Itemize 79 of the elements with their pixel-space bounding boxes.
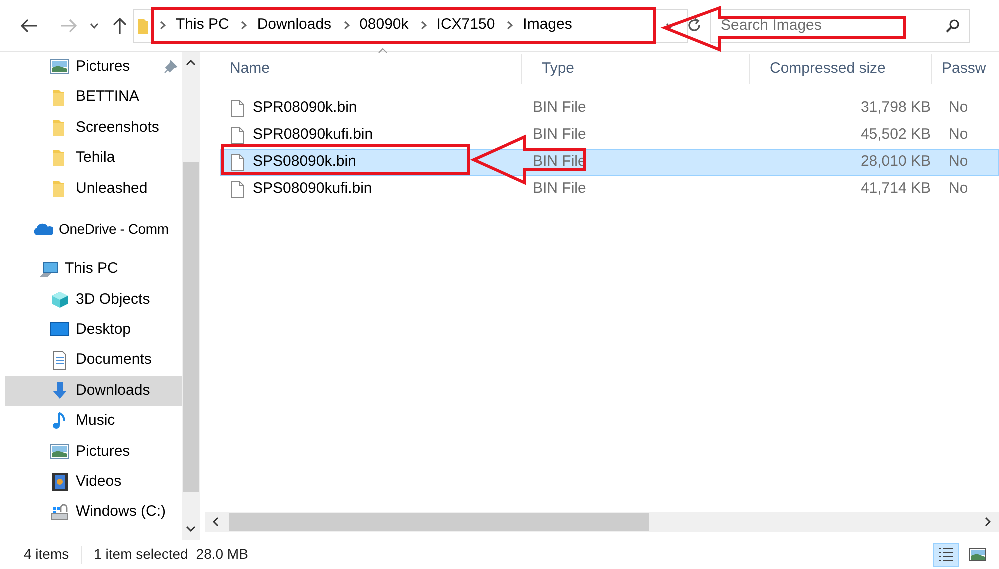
chevron-icon xyxy=(241,21,248,30)
column-header[interactable]: Compressed size xyxy=(750,54,932,84)
file-name: SPR08090kufi.bin xyxy=(253,125,374,146)
computer-icon xyxy=(39,260,59,280)
file-icon xyxy=(231,154,245,172)
sidebar-item[interactable]: 3D Objects xyxy=(5,284,182,316)
compressed-size: 45,502 KB xyxy=(860,125,931,146)
search-icon[interactable] xyxy=(946,18,960,32)
file-row[interactable]: SPR08090kufi.bin BIN File 45,502 KB No xyxy=(220,122,999,149)
table-cell-text: No xyxy=(948,125,968,146)
compressed-size: 41,714 KB xyxy=(860,179,931,200)
file-icon xyxy=(231,126,245,144)
sidebar-item[interactable]: Desktop xyxy=(5,315,182,346)
file-type: BIN File xyxy=(532,98,588,118)
scroll-left-icon[interactable] xyxy=(213,517,219,527)
table-cell-text: No xyxy=(948,152,968,172)
breadcrumb[interactable]: ICX7150 xyxy=(436,14,496,37)
download-icon xyxy=(50,381,70,402)
file-name: SPR08090k.bin xyxy=(253,98,358,118)
drive-icon xyxy=(50,502,70,523)
column-header[interactable]: Name xyxy=(210,54,522,84)
scrollbar-thumb[interactable] xyxy=(229,513,649,531)
breadcrumb[interactable]: This PC xyxy=(176,14,230,37)
sidebar-item[interactable]: Screenshots xyxy=(5,112,182,144)
sidebar-item[interactable]: Windows (C:) xyxy=(5,497,182,528)
table-cell-text: No xyxy=(948,179,968,200)
up-icon[interactable] xyxy=(113,16,127,34)
breadcrumb[interactable]: Downloads xyxy=(257,14,332,37)
breadcrumb[interactable]: Images xyxy=(523,14,572,37)
pin-icon[interactable] xyxy=(164,60,178,74)
scrollbar-thumb[interactable] xyxy=(183,162,199,492)
column-header[interactable]: Passw xyxy=(932,54,986,84)
pictures-icon xyxy=(50,57,70,78)
scrollbar[interactable] xyxy=(182,52,200,540)
file-type: BIN File xyxy=(532,125,588,146)
file-row[interactable]: SPS08090kufi.bin BIN File 41,714 KB No xyxy=(220,176,999,203)
refresh-icon[interactable] xyxy=(687,18,702,33)
details-view-button[interactable] xyxy=(933,542,959,566)
breadcrumb[interactable]: 08090k xyxy=(360,14,409,37)
sidebar-item[interactable]: Downloads xyxy=(5,376,182,406)
file-icon xyxy=(231,100,245,118)
compressed-size: 31,798 KB xyxy=(860,98,931,118)
address-bar[interactable]: This PC Downloads 08090k ICX7150 Images xyxy=(133,8,688,42)
cube-icon xyxy=(50,290,70,310)
file-name: SPS08090k.bin xyxy=(253,152,356,172)
chevron-icon xyxy=(420,21,427,30)
column-header[interactable]: Type xyxy=(522,54,750,84)
selection-size: 28.0 MB xyxy=(196,545,248,564)
scroll-up-icon[interactable] xyxy=(186,60,196,66)
sidebar-item[interactable]: OneDrive - Comm xyxy=(5,214,182,244)
sidebar-item[interactable]: BETTINA xyxy=(5,82,182,113)
sidebar-item[interactable]: Pictures xyxy=(5,436,182,468)
back-icon[interactable] xyxy=(20,18,38,32)
file-name: SPS08090kufi.bin xyxy=(253,179,372,200)
selection-status: 1 item selected xyxy=(94,545,188,564)
item-count: 4 items xyxy=(24,545,70,564)
file-type: BIN File xyxy=(532,179,588,200)
sidebar-item[interactable]: This PC xyxy=(5,254,182,285)
chevron-icon xyxy=(160,21,166,30)
sidebar-item[interactable]: Videos xyxy=(5,467,182,498)
scroll-down-icon[interactable] xyxy=(186,526,196,532)
scroll-right-icon[interactable] xyxy=(985,517,991,527)
file-icon xyxy=(231,180,245,198)
folder-icon xyxy=(138,16,148,34)
file-row[interactable]: SPR08090k.bin BIN File 31,798 KB No xyxy=(220,95,999,122)
sidebar-item[interactable]: Unleashed xyxy=(5,174,182,204)
sidebar-item[interactable]: Tehila xyxy=(5,143,182,174)
chevron-icon xyxy=(344,21,350,30)
compressed-size: 28,010 KB xyxy=(860,152,931,172)
recent-dropdown-icon[interactable] xyxy=(90,22,99,28)
sidebar-item[interactable]: Documents xyxy=(5,346,182,376)
chevron-icon xyxy=(507,21,514,30)
pictures-icon xyxy=(50,442,70,462)
table-cell-text: No xyxy=(948,98,968,118)
sidebar-item[interactable]: Pictures xyxy=(5,52,182,82)
sidebar-item[interactable]: Music xyxy=(5,406,182,437)
film-icon xyxy=(50,472,70,492)
horizontal-scrollbar[interactable] xyxy=(205,512,999,532)
dropdown-icon[interactable] xyxy=(666,22,675,28)
